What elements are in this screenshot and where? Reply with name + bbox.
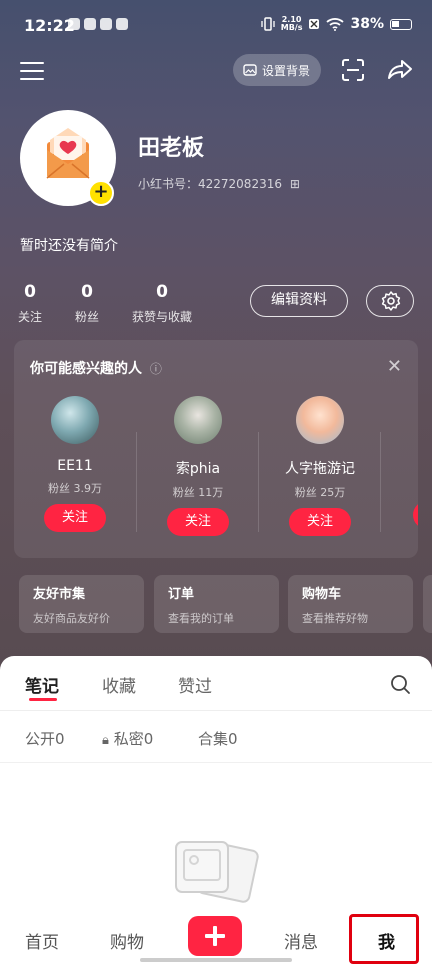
image-icon — [243, 64, 257, 76]
stat-following[interactable]: 0 关注 — [18, 282, 42, 325]
app-notification-icon — [68, 18, 80, 30]
recommend-person[interactable]: 索phia 粉丝 11万 关注 — [143, 396, 253, 536]
stat-following-label: 关注 — [18, 310, 43, 324]
tab-collects[interactable]: 收藏 — [102, 672, 136, 697]
stat-likes-count: 0 — [156, 282, 168, 302]
vibrate-icon — [261, 17, 275, 31]
shortcut-title: 购物车 — [302, 587, 342, 602]
shortcut-subtitle: 查看我的订单 — [168, 612, 234, 625]
tiktok-notification-icon — [100, 18, 112, 30]
lock-icon: 🔒︎ — [102, 733, 109, 748]
recommend-title: 你可能感兴趣的人 ⓘ — [30, 358, 162, 378]
stat-likes-collects[interactable]: 0 获赞与收藏 — [132, 282, 192, 325]
divider — [380, 432, 381, 532]
recommend-card: 你可能感兴趣的人 ⓘ ✕ EE11 粉丝 3.9万 关注 索phia 粉丝 11… — [14, 340, 418, 558]
person-fans: . — [387, 480, 418, 493]
person-name: EE11 — [57, 458, 93, 474]
stat-followers[interactable]: 0 粉丝 — [75, 282, 99, 325]
recommend-person[interactable]: 人字拖游记 粉丝 25万 关注 — [265, 396, 375, 536]
scan-icon[interactable] — [339, 56, 367, 84]
person-avatar[interactable] — [174, 396, 222, 444]
person-fans: 粉丝 3.9万 — [48, 482, 102, 495]
tab-likes[interactable]: 赞过 — [178, 672, 212, 697]
mail-notification-icon — [116, 18, 128, 30]
stat-followers-label: 粉丝 — [75, 310, 100, 324]
edit-profile-button[interactable]: 编辑资料 — [250, 285, 348, 317]
share-icon[interactable] — [386, 56, 414, 84]
menu-icon[interactable] — [20, 62, 44, 82]
divider — [136, 432, 137, 532]
redbook-id[interactable]: 小红书号：42272082316 ⊞ — [138, 175, 300, 192]
follow-button[interactable]: 关注 — [44, 504, 106, 532]
settings-button[interactable] — [366, 285, 414, 317]
person-avatar[interactable] — [296, 396, 344, 444]
no-sim-icon — [309, 19, 320, 29]
recommend-title-text: 你可能感兴趣的人 — [30, 361, 142, 377]
person-name: . — [387, 458, 418, 474]
person-fans: 粉丝 25万 — [294, 486, 346, 499]
shortcut-title: 友好市集 — [33, 587, 86, 602]
set-background-label: 设置背景 — [262, 63, 311, 78]
follow-button[interactable] — [413, 501, 418, 529]
nav-shop[interactable]: 购物 — [110, 928, 144, 953]
highlight-box — [349, 914, 419, 964]
close-icon[interactable]: ✕ — [387, 356, 402, 377]
notification-icons — [68, 18, 128, 30]
follow-button[interactable]: 关注 — [167, 508, 229, 536]
shortcut-subtitle: 友好商品友好价 — [33, 612, 110, 625]
shortcut-orders[interactable]: 订单 查看我的订单 — [154, 575, 279, 633]
subtab-private-label: 私密0 — [113, 730, 154, 748]
create-post-button[interactable] — [188, 916, 242, 956]
recommend-person[interactable]: EE11 粉丝 3.9万 关注 — [20, 396, 130, 532]
person-name: 人字拖游记 — [285, 461, 355, 477]
shortcut-subtitle: 查看推荐好物 — [302, 612, 368, 625]
subtab-collections[interactable]: 合集0 — [198, 728, 238, 749]
subtab-public[interactable]: 公开0 — [25, 728, 65, 749]
tab-notes[interactable]: 笔记 — [25, 672, 59, 697]
qrcode-icon[interactable]: ⊞ — [290, 177, 300, 191]
status-bar: 12:22 2.10 MB/s 38% — [0, 0, 432, 50]
network-speed: 2.10 MB/s — [281, 16, 303, 32]
divider — [0, 710, 432, 711]
add-avatar-button[interactable]: + — [88, 180, 114, 206]
stat-followers-count: 0 — [81, 282, 93, 302]
wifi-icon — [326, 18, 345, 31]
network-speed-unit: MB/s — [280, 23, 303, 32]
search-icon[interactable] — [389, 673, 411, 695]
stat-likes-label: 获赞与收藏 — [132, 310, 193, 324]
set-background-button[interactable]: 设置背景 — [233, 54, 321, 86]
shortcut-friendly-market[interactable]: 友好市集 友好商品友好价 — [19, 575, 144, 633]
follow-button[interactable]: 关注 — [289, 508, 351, 536]
nav-messages[interactable]: 消息 — [284, 928, 318, 953]
divider — [0, 762, 432, 763]
shortcut-partial[interactable] — [423, 575, 432, 633]
divider — [258, 432, 259, 532]
redbook-id-text: 小红书号：42272082316 — [138, 177, 282, 191]
stat-following-count: 0 — [24, 282, 36, 302]
battery-icon — [390, 18, 412, 30]
shortcut-cart[interactable]: 购物车 查看推荐好物 — [288, 575, 413, 633]
home-indicator — [140, 958, 292, 962]
active-tab-indicator — [29, 698, 57, 701]
battery-percent: 38% — [350, 16, 384, 32]
app-notification-icon — [84, 18, 96, 30]
recommend-person-partial[interactable]: . . — [387, 396, 418, 529]
gear-icon — [381, 291, 401, 311]
subtab-private[interactable]: 🔒︎ 私密0 — [102, 728, 153, 749]
person-name: 索phia — [175, 461, 221, 477]
person-fans: 粉丝 11万 — [172, 486, 224, 499]
shortcut-title: 订单 — [168, 587, 195, 602]
nav-home[interactable]: 首页 — [25, 928, 59, 953]
empty-photos-icon — [175, 841, 259, 903]
info-icon[interactable]: ⓘ — [150, 362, 162, 376]
profile-bio[interactable]: 暂时还没有简介 — [20, 235, 118, 255]
person-avatar[interactable] — [51, 396, 99, 444]
profile-name: 田老板 — [138, 136, 205, 161]
